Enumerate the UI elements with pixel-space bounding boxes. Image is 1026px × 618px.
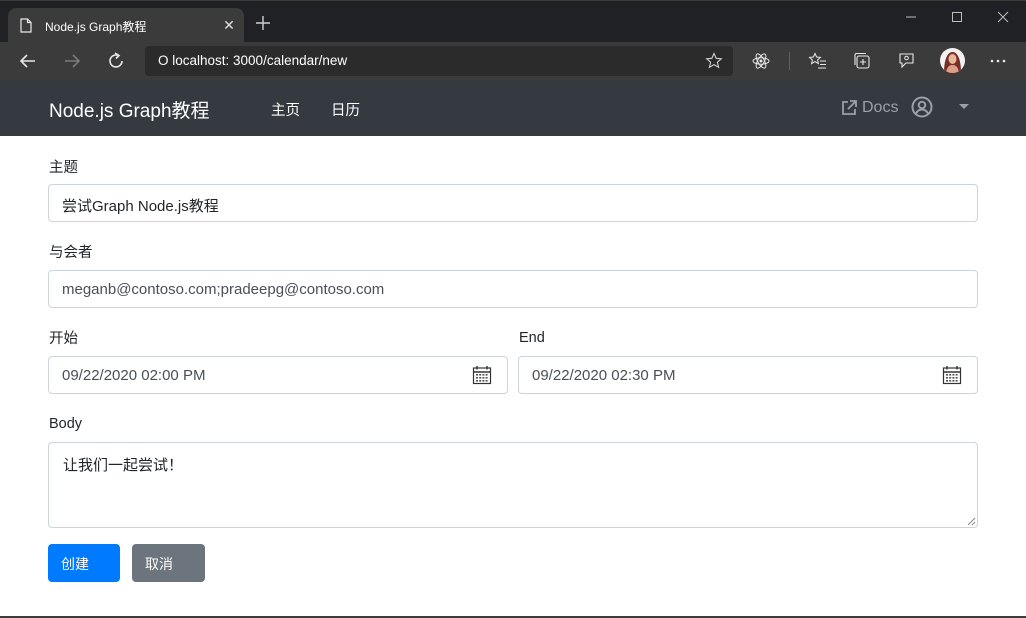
avatar[interactable] [940, 48, 965, 73]
react-icon[interactable] [751, 51, 771, 71]
feedback-icon[interactable] [896, 51, 916, 71]
external-link-icon [842, 100, 857, 115]
plus-icon[interactable] [253, 13, 273, 33]
subject-value: 尝试Graph Node.js教程 [62, 198, 219, 215]
attendees-input[interactable]: meganb@contoso.com;pradeepg@contoso.com [48, 270, 978, 308]
address-bar[interactable]: O localhost: 3000/calendar/new [145, 46, 733, 76]
page-icon [20, 18, 32, 33]
toolbar-separator [789, 52, 790, 70]
tab-title: Node.js Graph教程 [45, 20, 147, 34]
create-button-label: 创建 [61, 556, 89, 572]
chevron-down-icon[interactable] [959, 104, 969, 109]
body-value: 让我们一起尝试！ [63, 457, 184, 474]
collections-icon[interactable] [852, 51, 872, 71]
cancel-button[interactable]: 取消 [132, 544, 205, 582]
calendar-icon[interactable] [942, 365, 962, 385]
start-value: 09/22/2020 02:00 PM [62, 367, 206, 384]
refresh-icon[interactable] [105, 50, 127, 72]
attendees-label: 与会者 [49, 245, 93, 261]
browser-tab-strip: Node.js Graph教程 ✕ [0, 0, 1026, 43]
cancel-button-label: 取消 [145, 556, 173, 572]
start-label: 开始 [49, 331, 78, 347]
star-icon[interactable] [705, 52, 723, 70]
minimize-icon[interactable] [899, 7, 923, 27]
back-arrow-icon[interactable] [17, 50, 39, 72]
create-button[interactable]: 创建 [48, 544, 120, 582]
app-navbar: Node.js Graph教程 主页 日历 Docs [0, 80, 1026, 136]
end-datetime-input[interactable]: 09/22/2020 02:30 PM [518, 356, 978, 394]
body-textarea[interactable]: 让我们一起尝试！ [48, 442, 978, 528]
subject-input[interactable]: 尝试Graph Node.js教程 [48, 184, 978, 222]
nav-link-home[interactable]: 主页 [271, 99, 300, 120]
window-close-icon[interactable] [991, 7, 1015, 27]
end-value: 09/22/2020 02:30 PM [532, 367, 676, 384]
user-circle-icon[interactable] [911, 96, 933, 118]
forward-arrow-icon[interactable] [61, 50, 83, 72]
browser-tab[interactable]: Node.js Graph教程 ✕ [8, 8, 244, 43]
subject-label: 主题 [49, 160, 78, 176]
url-text[interactable]: O localhost: 3000/calendar/new [158, 53, 347, 68]
resize-grip-icon[interactable] [966, 516, 976, 526]
calendar-icon[interactable] [472, 365, 492, 385]
browser-toolbar: O localhost: 3000/calendar/new [0, 42, 1026, 80]
body-label: Body [49, 416, 83, 432]
navbar-brand[interactable]: Node.js Graph教程 [49, 96, 210, 123]
favorites-icon[interactable] [808, 51, 828, 71]
end-label: End [519, 330, 545, 346]
attendees-value: meganb@contoso.com;pradeepg@contoso.com [62, 281, 385, 298]
close-icon[interactable]: ✕ [220, 16, 238, 34]
docs-label: Docs [862, 99, 899, 116]
more-icon[interactable] [988, 51, 1008, 71]
start-datetime-input[interactable]: 09/22/2020 02:00 PM [48, 356, 508, 394]
nav-link-calendar[interactable]: 日历 [331, 99, 360, 120]
docs-link[interactable]: Docs [840, 97, 898, 119]
avatar-image [940, 48, 965, 73]
maximize-icon[interactable] [945, 7, 969, 27]
